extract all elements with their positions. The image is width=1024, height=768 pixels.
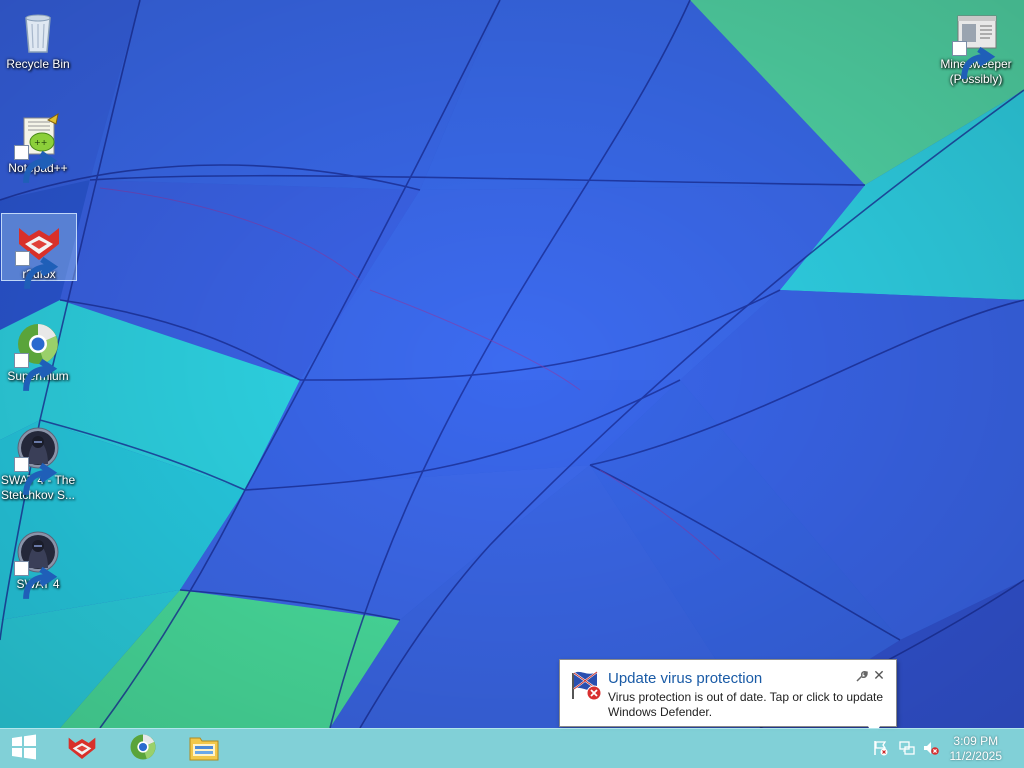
recycle-bin-icon — [14, 8, 62, 56]
desktop-icon-label: Recycle Bin — [6, 57, 70, 71]
r3dfox-icon — [66, 731, 98, 768]
shortcut-arrow-icon — [14, 145, 58, 184]
start-button[interactable] — [2, 731, 46, 767]
close-icon[interactable]: ✕ — [872, 668, 886, 682]
clock[interactable]: 3:09 PM 11/2/2025 — [950, 734, 1003, 764]
clock-time: 3:09 PM — [953, 734, 999, 748]
defender-warning-icon — [569, 669, 605, 703]
notification-balloon[interactable]: Update virus protection Virus protection… — [559, 659, 897, 727]
desktop-icon-swat4[interactable]: SWAT 4 — [0, 524, 76, 600]
notification-title: Update virus protection — [608, 670, 763, 687]
shortcut-arrow-icon — [952, 41, 996, 80]
file-explorer-icon — [188, 732, 220, 767]
start-icon — [11, 734, 37, 765]
supermium-icon — [128, 732, 158, 767]
wallpaper — [0, 0, 1024, 728]
desktop-icon-recycle-bin[interactable]: Recycle Bin — [0, 4, 76, 72]
network-icon[interactable] — [898, 739, 916, 757]
shortcut-arrow-icon — [14, 561, 58, 600]
desktop-icon-supermium[interactable]: Supermium — [0, 316, 76, 392]
desktop-icon-notepad-plus-plus[interactable]: ++ Notepad++ — [0, 108, 76, 184]
notification-message: Virus protection is out of date. Tap or … — [608, 690, 884, 719]
r3dfox-icon — [15, 218, 63, 290]
swat4-stetchkov-icon — [14, 424, 62, 496]
desktop-icon-r3dfox[interactable]: r3dfox — [1, 213, 77, 290]
swat4-icon — [14, 528, 62, 600]
notepad-plus-plus-icon: ++ — [14, 112, 62, 184]
shortcut-arrow-icon — [14, 353, 58, 392]
supermium-icon — [14, 320, 62, 392]
taskbar: 3:09 PM 11/2/2025 — [0, 728, 1024, 768]
taskbar-file-explorer-button[interactable] — [182, 731, 226, 767]
taskbar-r3dfox-button[interactable] — [60, 731, 104, 767]
volume-muted-icon[interactable] — [922, 739, 940, 757]
options-wrench-icon[interactable] — [854, 670, 868, 684]
taskbar-supermium-button[interactable] — [121, 731, 165, 767]
shortcut-arrow-icon — [14, 457, 58, 496]
clock-date: 11/2/2025 — [949, 749, 1003, 763]
action-center-flag-icon[interactable] — [872, 739, 890, 757]
minesweeper-icon — [952, 8, 1000, 80]
desktop-icon-minesweeper[interactable]: Minesweeper (Possibly) — [938, 4, 1014, 90]
desktop-icon-swat4-stetchkov[interactable]: SWAT 4 - The Stetchkov S... — [0, 420, 76, 504]
desktop[interactable]: Recycle Bin ++ Notepad++ r3dfox Supermiu… — [0, 0, 1024, 728]
shortcut-arrow-icon — [15, 251, 59, 290]
